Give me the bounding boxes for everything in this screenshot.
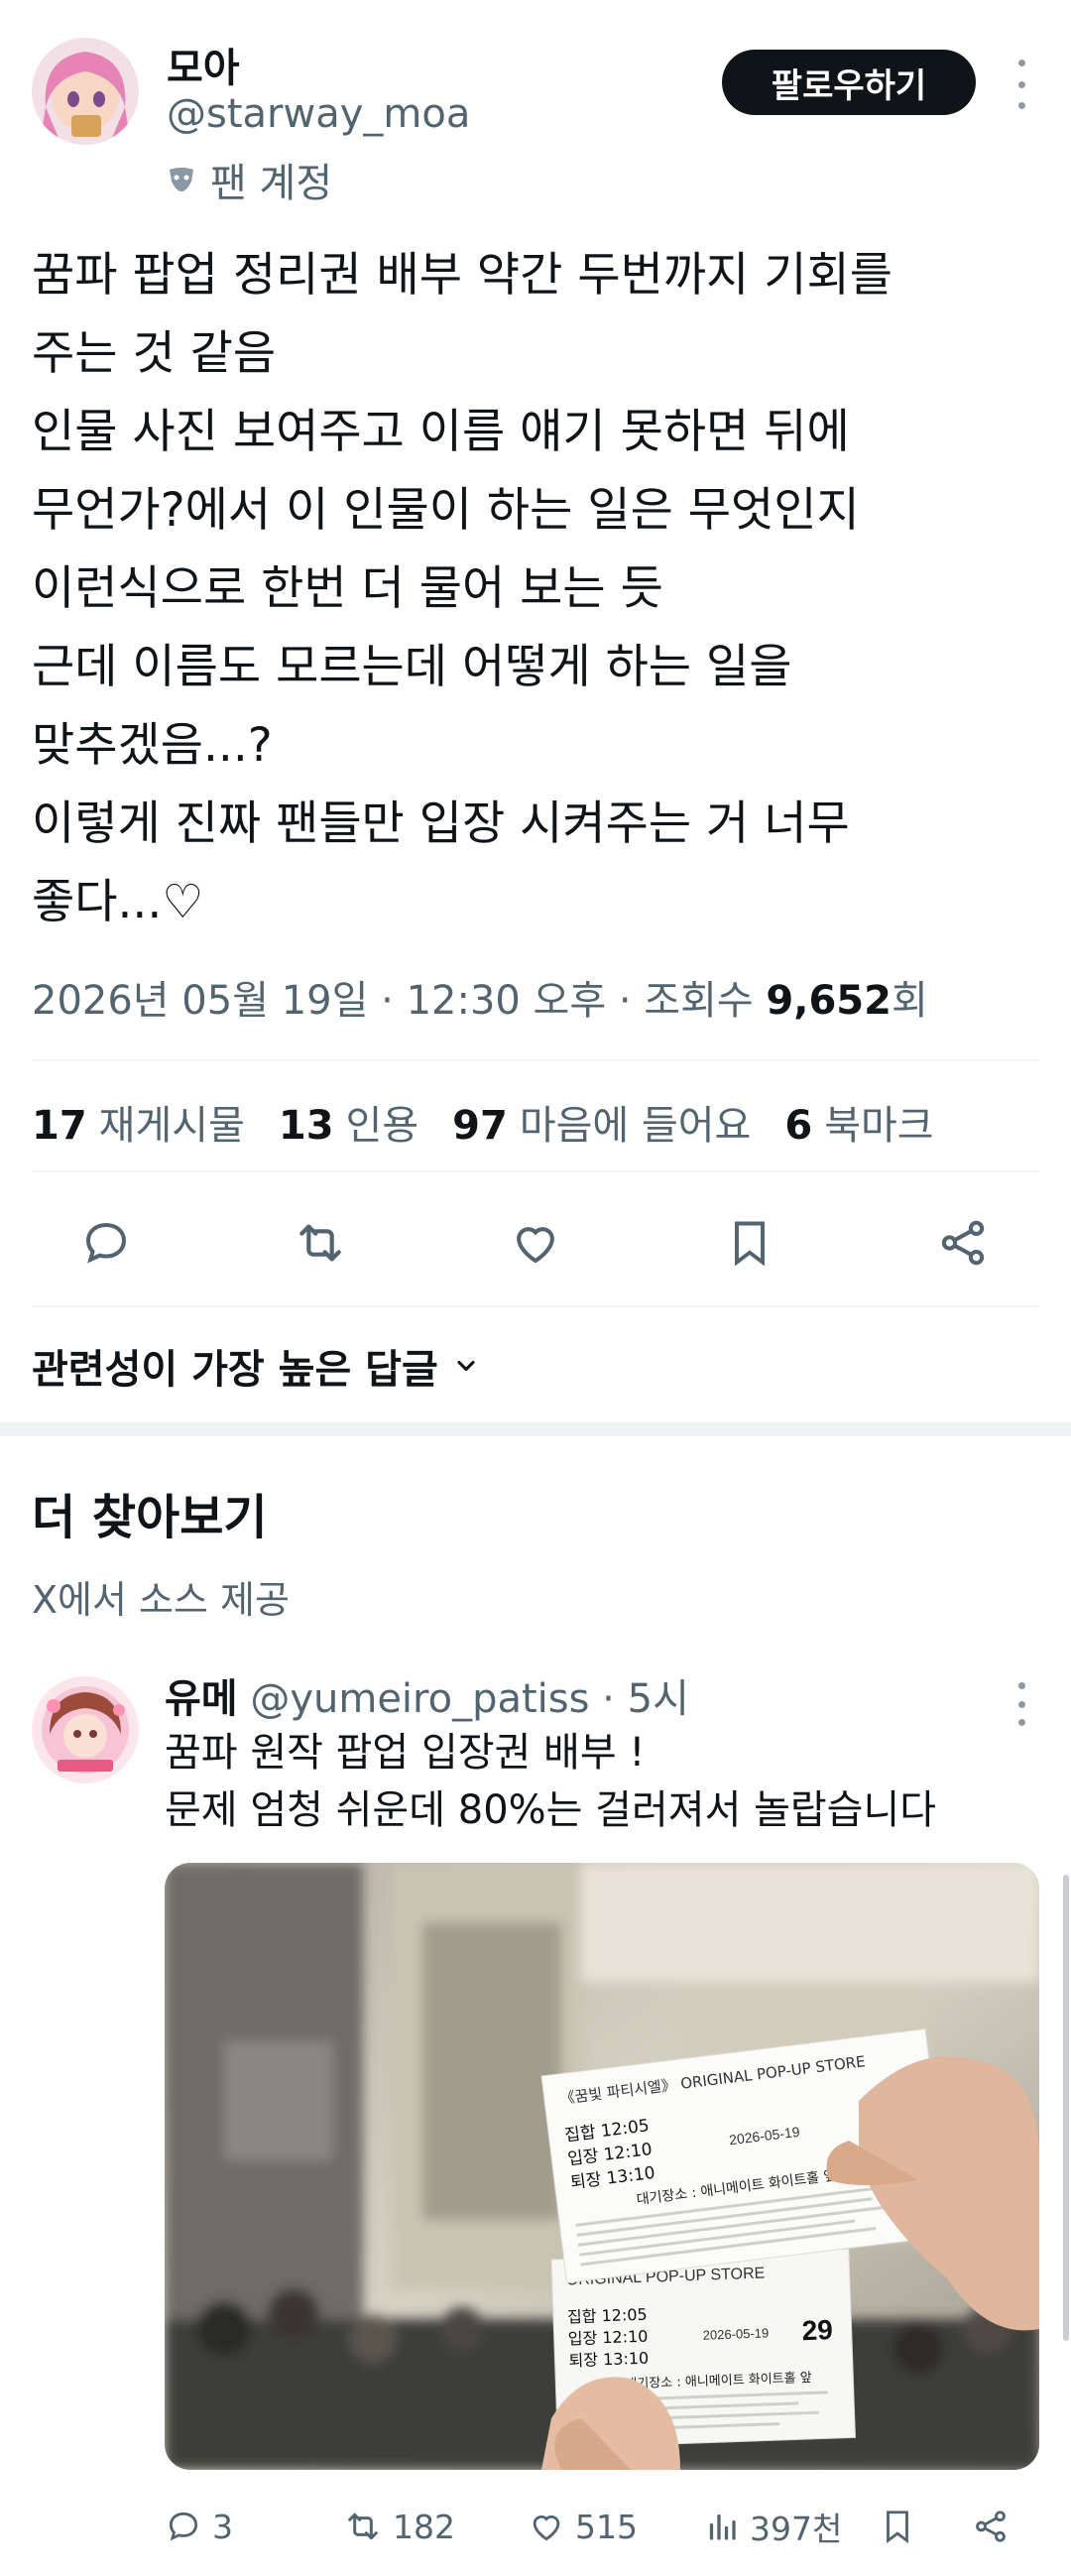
post2-view-count: 397천	[750, 2510, 843, 2548]
post2-more-options-icon[interactable]	[1002, 1682, 1041, 1726]
post2-reply-button[interactable]: 3	[165, 2500, 233, 2553]
post2-time[interactable]: · 5시	[589, 1676, 689, 1722]
stat-reposts[interactable]: 17 재게시물	[32, 1093, 245, 1151]
stat-likes[interactable]: 97 마음에 들어요	[452, 1093, 751, 1151]
author-name[interactable]: 모아	[167, 36, 240, 93]
stat-quotes[interactable]: 13 인용	[279, 1093, 418, 1151]
post2-like-count: 515	[575, 2507, 638, 2546]
author-handle[interactable]: @starway_moa	[167, 91, 470, 137]
section-separator	[0, 1422, 1071, 1436]
reply-icon[interactable]	[71, 1208, 141, 1278]
scrollbar[interactable]	[1063, 1875, 1069, 2341]
reply-sort-label: 관련성이 가장 높은 답글	[32, 1347, 438, 1393]
bookmark-icon	[879, 2508, 916, 2545]
tweet-text: 꿈파 팝업 정리권 배부 약간 두번까지 기회를 주는 것 같음 인물 사진 보…	[32, 248, 892, 929]
post2-photo[interactable]: ORIGINAL POP-UP STORE 집합 12:05 입장 12:10 …	[165, 1863, 1039, 2470]
post2-like-button[interactable]: 515	[528, 2500, 638, 2553]
post2-header: 유메 @yumeiro_patiss · 5시	[165, 1666, 689, 1724]
divider	[32, 1305, 1039, 1307]
engagement-stats: 17 재게시물 13 인용 97 마음에 들어요 6 북마크	[32, 1093, 968, 1151]
post2-avatar[interactable]	[32, 1676, 139, 1783]
ticket-back-row2: 입장 12:10	[567, 2327, 648, 2349]
follow-button[interactable]: 팔로우하기	[722, 50, 976, 115]
view-suffix: 회	[891, 978, 928, 1024]
ticket-back-date: 2026-05-19	[702, 2325, 769, 2342]
post2-action-bar: 3 182 515 397천	[165, 2500, 1047, 2553]
explore-source: X에서 소스 제공	[32, 1578, 290, 1622]
reply-sort-dropdown[interactable]: 관련성이 가장 높은 답글	[32, 1337, 480, 1395]
post2-retweet-button[interactable]: 182	[343, 2500, 455, 2553]
author-avatar[interactable]	[32, 38, 139, 145]
like-icon	[528, 2508, 565, 2545]
share-icon	[972, 2508, 1010, 2545]
explore-title: 더 찾아보기	[32, 1490, 268, 1545]
more-options-icon[interactable]	[1002, 60, 1041, 109]
tweet-action-bar	[0, 1208, 1071, 1278]
post2-reply-count: 3	[212, 2507, 233, 2546]
ticket-back-row1: 집합 12:05	[567, 2305, 648, 2327]
fan-badge-label: 팬 계정	[210, 161, 333, 206]
like-icon[interactable]	[501, 1208, 570, 1278]
ticket-back-row3: 퇴장 13:10	[568, 2349, 649, 2371]
post2-retweet-count: 182	[393, 2507, 455, 2546]
tweet-date-time[interactable]: 2026년 05월 19일 · 12:30 오후 · 조회수	[32, 978, 766, 1024]
retweet-icon[interactable]	[286, 1208, 355, 1278]
ticket-back-number: 29	[801, 2314, 833, 2346]
analytics-icon	[704, 2509, 740, 2544]
reply-icon	[165, 2508, 202, 2545]
divider	[32, 1170, 1039, 1172]
post2-views-button[interactable]: 397천	[704, 2500, 842, 2553]
divider	[32, 1059, 1039, 1061]
bookmark-icon[interactable]	[715, 1208, 784, 1278]
share-icon[interactable]	[928, 1208, 998, 1278]
retweet-icon	[343, 2507, 383, 2546]
tweet-meta: 2026년 05월 19일 · 12:30 오후 · 조회수 9,652회	[32, 968, 928, 1026]
mask-icon	[167, 165, 196, 194]
stat-bookmarks[interactable]: 6 북마크	[784, 1093, 933, 1151]
post2-text: 꿈파 원작 팝업 입장권 배부 ! 문제 엄청 쉬운데 80%는 걸러져서 놀랍…	[165, 1730, 937, 1833]
post2-author-name[interactable]: 유메	[165, 1676, 238, 1722]
post2-bookmark-button[interactable]	[879, 2500, 916, 2553]
fan-account-badge: 팬 계정	[167, 151, 332, 208]
chevron-down-icon	[452, 1352, 480, 1380]
post2-author-handle[interactable]: @yumeiro_patiss	[250, 1676, 589, 1722]
post2-share-button[interactable]	[972, 2500, 1010, 2553]
view-count: 9,652	[766, 978, 892, 1024]
